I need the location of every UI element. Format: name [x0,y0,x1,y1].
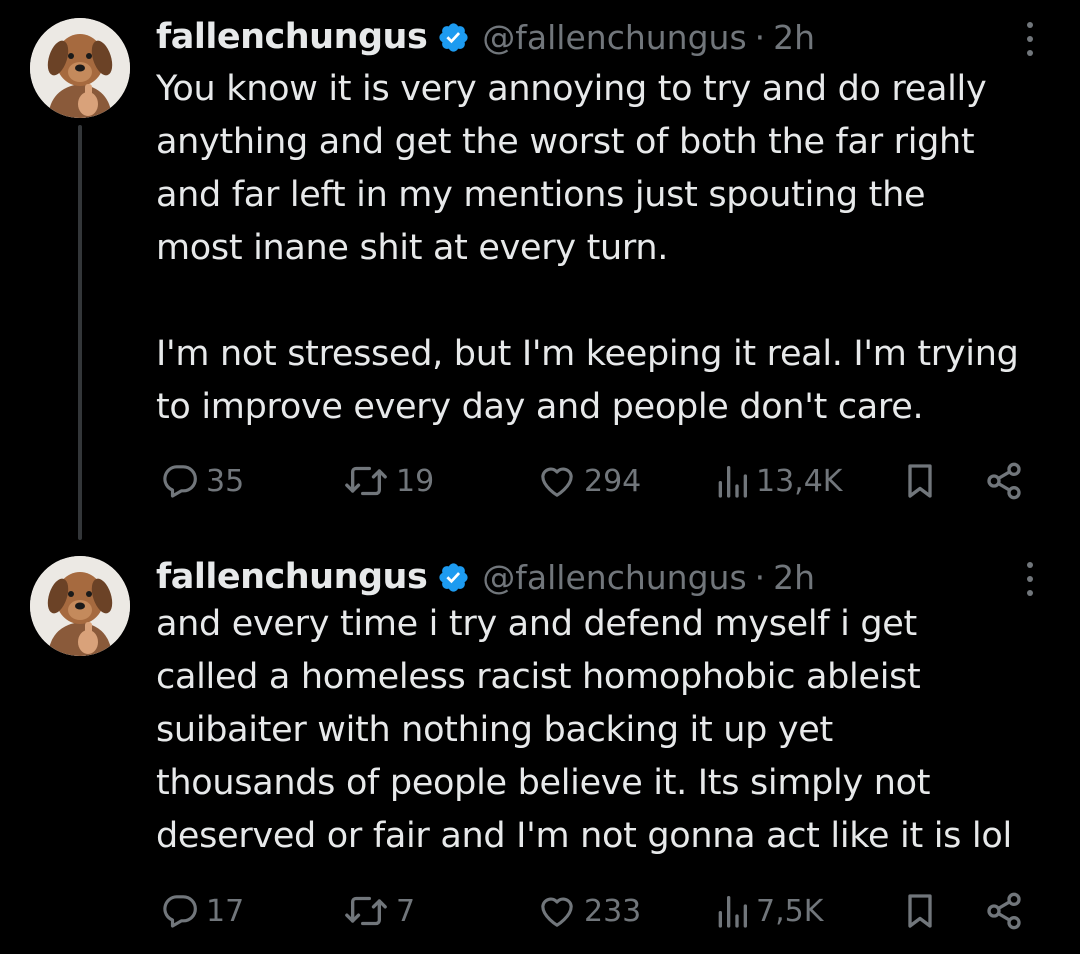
tweet-text-line: most inane shit at every turn. [156,228,669,268]
separator-dot: · [754,17,766,57]
view-count: 13,4K [756,463,843,499]
analytics-icon [718,896,747,928]
like-count: 233 [584,893,642,929]
separator-dot: · [754,557,766,597]
tweet[interactable]: fallenchungus @fallenchungus · 2h You kn… [0,0,1080,540]
tweet-text: and every time i try and defend myself i… [156,598,1056,863]
bookmark-icon [908,464,932,498]
retweet-button[interactable]: 7 [342,891,415,931]
thread-line [78,125,82,540]
tweet-text: You know it is very annoying to try and … [156,63,1056,434]
reply-icon [163,895,197,928]
share-icon [987,892,1021,930]
dog-avatar-icon [30,18,130,118]
reply-count: 17 [206,893,245,929]
heart-icon [541,897,573,927]
tweet-text-line: I'm not stressed, but I'm keeping it rea… [156,334,1019,374]
more-options-icon[interactable] [1022,562,1038,596]
heart-icon [541,467,573,497]
share-button[interactable] [984,461,1024,501]
reply-button[interactable]: 35 [160,461,244,501]
like-button[interactable]: 233 [536,891,641,931]
tweet-time[interactable]: 2h [773,558,815,597]
author-handle[interactable]: @fallenchungus [482,18,746,57]
retweet-icon [345,896,387,926]
tweet-text-line: and every time i try and defend myself i… [156,604,917,644]
reply-button[interactable]: 17 [160,891,244,931]
tweet-time[interactable]: 2h [773,18,815,57]
like-button[interactable]: 294 [536,461,641,501]
tweet-text-line: suibaiter with nothing backing it up yet [156,710,833,750]
share-icon [987,462,1021,500]
verified-badge-icon [439,562,468,592]
bookmark-button[interactable] [902,891,938,931]
tweet-header: fallenchungus @fallenchungus · 2h [156,14,815,60]
avatar[interactable] [30,556,130,656]
author-name[interactable]: fallenchungus [156,557,428,597]
avatar[interactable] [30,18,130,118]
tweet-text-line: deserved or fair and I'm not gonna act l… [156,816,1012,856]
tweet-text-line: thousands of people believe it. Its simp… [156,763,931,803]
author-name[interactable]: fallenchungus [156,17,428,57]
reply-icon [163,465,197,498]
author-handle[interactable]: @fallenchungus [482,558,746,597]
tweet-text-line: to improve every day and people don't ca… [156,387,924,427]
tweet-header: fallenchungus @fallenchungus · 2h [156,554,815,600]
tweet-text-line: anything and get the worst of both the f… [156,122,975,162]
retweet-count: 19 [396,463,435,499]
bookmark-icon [908,894,932,928]
retweet-icon [345,466,387,496]
dog-avatar-icon [30,556,130,656]
tweet[interactable]: fallenchungus @fallenchungus · 2h and ev… [0,540,1080,954]
view-count: 7,5K [756,893,824,929]
tweet-text-line: called a homeless racist homophobic able… [156,657,921,697]
verified-badge-icon [439,22,468,52]
more-options-icon[interactable] [1022,22,1038,56]
views-button[interactable]: 7,5K [714,891,823,931]
retweet-button[interactable]: 19 [342,461,434,501]
tweet-text-line: You know it is very annoying to try and … [156,69,987,109]
retweet-count: 7 [396,893,416,929]
bookmark-button[interactable] [902,461,938,501]
tweet-text-line: and far left in my mentions just spoutin… [156,175,926,215]
share-button[interactable] [984,891,1024,931]
analytics-icon [718,466,747,498]
reply-count: 35 [206,463,245,499]
paragraph-break [156,275,1056,328]
like-count: 294 [584,463,642,499]
views-button[interactable]: 13,4K [714,461,842,501]
